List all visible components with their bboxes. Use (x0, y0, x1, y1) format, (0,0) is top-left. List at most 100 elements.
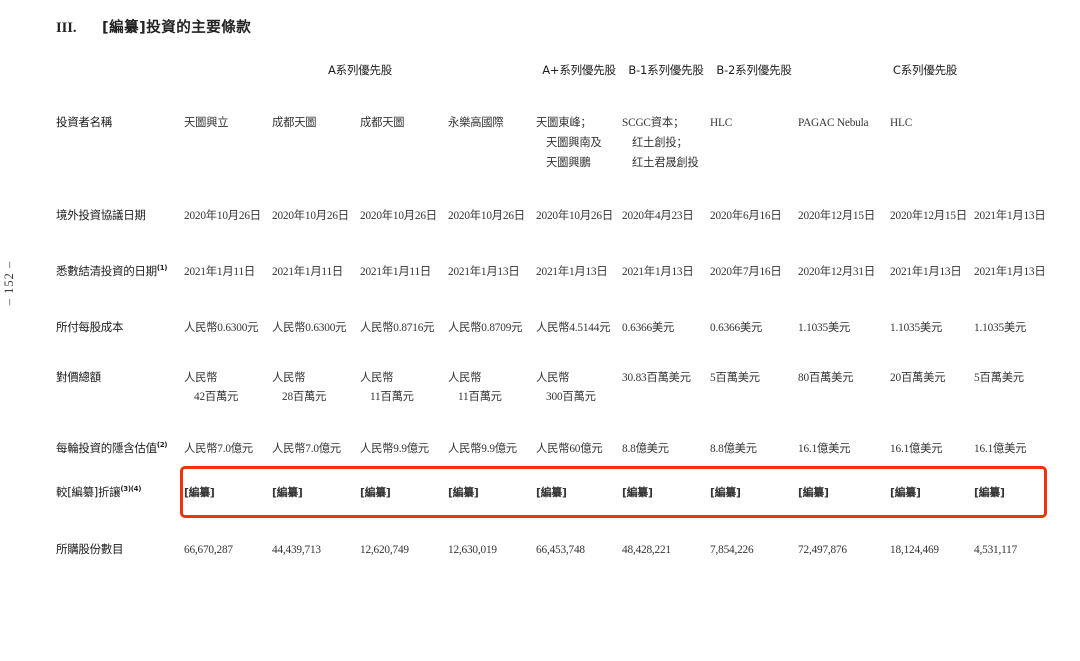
cell-shares-purchased-2: 44,439,713 (272, 543, 321, 556)
section-number: III. (56, 20, 77, 36)
cell-offshore-date-6: 2020年4月23日 (622, 210, 694, 223)
cell-offshore-date-5: 2020年10月26日 (536, 210, 613, 223)
cell-investor-name-5: 天圖東峰； 天圖興南及 天圖興鵬 (536, 108, 622, 207)
cell-total-consideration-9: 20百萬美元 (890, 369, 974, 431)
section-title: [編纂]投資的主要條款 (102, 20, 252, 36)
table-row-total-consideration: 對價總額 人民幣 42百萬元 人民幣 28百萬元 人民幣 11百萬元 人民幣 1… (56, 369, 1052, 431)
row-label-implied-valuation: 每輪投資的隱含估值(2) (56, 430, 184, 476)
cell-implied-valuation-9: 16.1億美元 (890, 443, 943, 456)
investor-line: 天圖東峰； (536, 117, 592, 129)
cell-settlement-date-2: 2021年1月11日 (272, 266, 344, 279)
cell-cost-per-share-10: 1.1035美元 (974, 321, 1027, 334)
investor-line: 天圖興南及 (546, 136, 602, 149)
table-row-settlement-date: 悉數結清投資的日期(1) 2021年1月11日 2021年1月11日 2021年… (56, 263, 1052, 319)
investor-line: 天圖興鵬 (546, 156, 591, 169)
cell-investor-name-7: HLC (710, 108, 798, 207)
consideration-line: 42百萬元 (194, 391, 239, 404)
cell-total-consideration-6: 30.83百萬美元 (622, 369, 710, 431)
cell-discount-10: [編纂] (974, 485, 1005, 499)
cell-implied-valuation-4: 人民幣9.9億元 (448, 443, 518, 456)
cell-offshore-date-4: 2020年10月26日 (448, 210, 525, 223)
cell-total-consideration-8: 80百萬美元 (798, 369, 890, 431)
footnote-marker: (2) (156, 441, 168, 450)
cell-settlement-date-6: 2021年1月13日 (622, 266, 694, 279)
table-group-header-row: A系列優先股 A+系列優先股 B-1系列優先股 B-2系列優先股 C系列優先股 (56, 62, 1052, 108)
cell-cost-per-share-8: 1.1035美元 (798, 321, 851, 334)
footnote-marker: (3)(4) (120, 485, 142, 494)
cell-cost-per-share-2: 人民幣0.6300元 (272, 321, 347, 334)
cell-investor-name-1: 天圖興立 (184, 108, 272, 207)
consideration-line: 人民幣 (536, 371, 570, 384)
table-row-shares-purchased: 所購股份數目 66,670,287 44,439,713 12,620,749 … (56, 541, 1052, 569)
cell-discount-6: [編纂] (622, 485, 653, 499)
consideration-line: 11百萬元 (458, 391, 502, 404)
cell-shares-purchased-4: 12,630,019 (448, 543, 497, 556)
cell-shares-purchased-1: 66,670,287 (184, 543, 233, 556)
cell-total-consideration-3: 人民幣 11百萬元 (360, 369, 448, 431)
cell-investor-name-6: SCGC資本； 红土創投； 红土君晟創投 (622, 108, 710, 207)
cell-discount-9: [編纂] (890, 485, 921, 499)
cell-investor-name-2: 成都天圖 (272, 108, 360, 207)
cell-shares-purchased-6: 48,428,221 (622, 543, 671, 556)
row-label-investor-name: 投資者名稱 (56, 115, 112, 129)
consideration-line: 11百萬元 (370, 391, 414, 404)
consideration-line: 30.83百萬美元 (622, 371, 691, 384)
cell-settlement-date-3: 2021年1月11日 (360, 266, 432, 279)
investor-line: 天圖興立 (184, 117, 229, 129)
group-header-b1: B-1系列優先股 (628, 63, 704, 77)
consideration-line: 人民幣 (184, 371, 218, 384)
cell-total-consideration-1: 人民幣 42百萬元 (184, 369, 272, 431)
cell-discount-2: [編纂] (272, 485, 303, 499)
consideration-line: 人民幣 (448, 371, 482, 384)
cell-discount-8: [編纂] (798, 485, 829, 499)
row-label-discount: 較[編纂]折讓(3)(4) (56, 476, 184, 541)
consideration-line: 20百萬美元 (890, 371, 946, 384)
table-row-cost-per-share: 所付每股成本 人民幣0.6300元 人民幣0.6300元 人民幣0.8716元 … (56, 319, 1052, 369)
consideration-line: 人民幣 (360, 371, 394, 384)
group-header-spacer (56, 62, 184, 108)
cell-implied-valuation-3: 人民幣9.9億元 (360, 443, 430, 456)
consideration-line: 80百萬美元 (798, 371, 854, 384)
cell-discount-7: [編纂] (710, 485, 741, 499)
investor-line: HLC (890, 117, 913, 129)
table-row-discount: 較[編纂]折讓(3)(4) [編纂] [編纂] [編纂] [編纂] [編纂] [… (56, 476, 1052, 541)
investor-line: 成都天圖 (272, 117, 317, 129)
investor-line: 红土創投； (632, 136, 688, 149)
group-header-a: A系列優先股 (327, 63, 393, 77)
row-label-cost-per-share: 所付每股成本 (56, 319, 124, 334)
cell-implied-valuation-7: 8.8億美元 (710, 443, 757, 456)
cell-shares-purchased-5: 66,453,748 (536, 543, 585, 556)
cell-shares-purchased-10: 4,531,117 (974, 543, 1018, 556)
cell-discount-5: [編纂] (536, 485, 567, 499)
cell-offshore-date-1: 2020年10月26日 (184, 210, 261, 223)
investor-line: SCGC資本； (622, 117, 685, 129)
cell-settlement-date-8: 2020年12月31日 (798, 266, 875, 279)
cell-investor-name-9: HLC (890, 108, 974, 207)
cell-settlement-date-10: 2021年1月13日 (974, 266, 1046, 279)
cell-cost-per-share-6: 0.6366美元 (622, 321, 675, 334)
cell-offshore-date-9: 2020年12月15日 (890, 210, 967, 223)
document-page: – 152 – III. [編纂]投資的主要條款 A系列優先股 A+系列優先股 B… (0, 0, 1080, 661)
cell-total-consideration-4: 人民幣 11百萬元 (448, 369, 536, 431)
cell-implied-valuation-8: 16.1億美元 (798, 443, 851, 456)
investor-line: 红土君晟創投 (632, 156, 699, 169)
cell-total-consideration-10: 5百萬美元 (974, 369, 1052, 431)
cell-offshore-date-3: 2020年10月26日 (360, 210, 437, 223)
cell-discount-3: [編纂] (360, 485, 391, 499)
consideration-line: 300百萬元 (546, 391, 596, 404)
cell-investor-name-8: PAGAC Nebula (798, 108, 890, 207)
investor-line: 永樂高國際 (448, 117, 504, 129)
cell-investor-name-3: 成都天圖 (360, 108, 448, 207)
cell-implied-valuation-6: 8.8億美元 (622, 443, 669, 456)
cell-shares-purchased-3: 12,620,749 (360, 543, 409, 556)
investor-line: HLC (710, 117, 733, 129)
table-row-investor-name: 投資者名稱 天圖興立 成都天圖 成都天圖 永樂高國際 天圖東峰； 天圖興南及 天… (56, 108, 1052, 207)
cell-discount-4: [編纂] (448, 485, 479, 499)
table-row-implied-valuation: 每輪投資的隱含估值(2) 人民幣7.0億元 人民幣7.0億元 人民幣9.9億元 … (56, 430, 1052, 476)
group-header-b2: B-2系列優先股 (716, 63, 792, 77)
cell-offshore-date-2: 2020年10月26日 (272, 210, 349, 223)
section-heading: III. [編纂]投資的主要條款 (56, 16, 251, 37)
cell-offshore-date-8: 2020年12月15日 (798, 210, 875, 223)
consideration-line: 5百萬美元 (974, 371, 1024, 384)
investment-terms-table: A系列優先股 A+系列優先股 B-1系列優先股 B-2系列優先股 C系列優先股 … (56, 62, 1052, 569)
